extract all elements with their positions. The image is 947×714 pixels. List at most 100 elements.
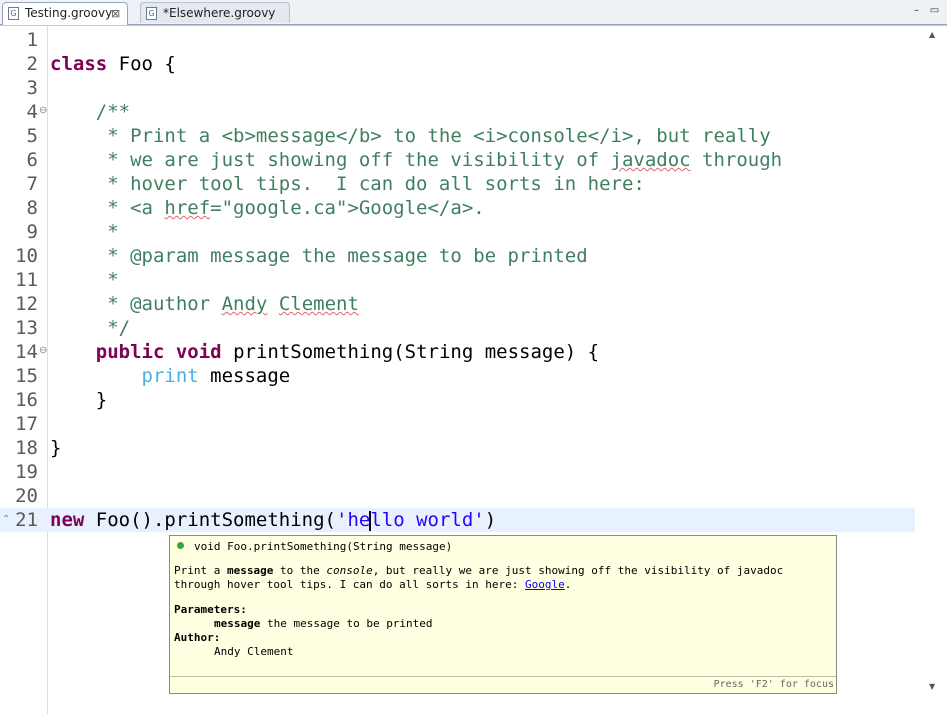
code-line: 11 * bbox=[0, 268, 915, 292]
code-line: 9 * bbox=[0, 220, 915, 244]
focus-hint: Press 'F2' for focus bbox=[713, 679, 834, 690]
line-number: 18 bbox=[15, 437, 38, 459]
line-number: 7 bbox=[26, 173, 38, 195]
code-line: 4 ⊖ /** bbox=[0, 100, 915, 124]
code-text: message bbox=[198, 365, 291, 387]
code-text: Foo(). bbox=[84, 509, 165, 531]
keyword: void bbox=[175, 341, 222, 363]
vertical-scrollbar[interactable]: ▲ ▼ bbox=[915, 26, 947, 714]
param-desc: the message to be printed bbox=[260, 617, 433, 630]
code-line: 14 ⊖ public void printSomething(String me… bbox=[0, 340, 915, 364]
line-number: 5 bbox=[26, 125, 38, 147]
comment-text: * bbox=[50, 221, 119, 243]
scroll-down-icon[interactable]: ▼ bbox=[929, 682, 935, 691]
line-number: 11 bbox=[15, 269, 38, 291]
parameters-label: Parameters: bbox=[174, 603, 247, 616]
hover-footer: Press 'F2' for focus bbox=[170, 676, 836, 693]
comment-text: * Print a <b>message</b> to the <i>conso… bbox=[50, 125, 771, 147]
spelling-error: href bbox=[164, 197, 211, 219]
string-literal: llo world' bbox=[370, 509, 485, 531]
public-method-icon bbox=[177, 542, 184, 549]
groovy-file-icon: G bbox=[8, 7, 19, 20]
code-line: 17 bbox=[0, 412, 915, 436]
code-line: 10 * @param message the message to be pr… bbox=[0, 244, 915, 268]
string-literal: 'he bbox=[336, 509, 371, 531]
javadoc-description: Print a message to the console, but real… bbox=[174, 564, 783, 592]
desc-text: through hover tool tips. I can do all so… bbox=[174, 578, 525, 591]
comment-text bbox=[267, 293, 278, 315]
code-line: 19 bbox=[0, 460, 915, 484]
code-text: } bbox=[50, 437, 62, 459]
line-number: 13 bbox=[15, 317, 38, 339]
line-number: 2 bbox=[26, 53, 38, 75]
desc-text: Print a bbox=[174, 564, 227, 577]
line-number: 20 bbox=[15, 485, 38, 507]
spelling-error: Andy bbox=[221, 293, 268, 315]
comment-text: * bbox=[50, 269, 119, 291]
code-line: 1 bbox=[0, 28, 915, 52]
comment-text: * we are just showing off the visibility… bbox=[50, 149, 611, 171]
desc-text: to the bbox=[273, 564, 327, 577]
spelling-error: Clement bbox=[278, 293, 359, 315]
javadoc-hover-popup[interactable]: void Foo.printSomething(String message) … bbox=[169, 535, 837, 694]
line-number: 15 bbox=[15, 365, 38, 387]
line-number: 1 bbox=[26, 29, 38, 51]
code-line: 16 } bbox=[0, 388, 915, 412]
code-line: 5 * Print a <b>message</b> to the <i>con… bbox=[0, 124, 915, 148]
code-text: printSomething(String message) { bbox=[221, 341, 600, 363]
minimize-icon[interactable]: – bbox=[910, 5, 923, 16]
spelling-error: javadoc bbox=[610, 149, 691, 171]
close-tab-icon[interactable]: ⊠ bbox=[111, 3, 120, 24]
code-line: 7 * hover tool tips. I can do all sorts … bbox=[0, 172, 915, 196]
tab-elsewhere-groovy[interactable]: G *Elsewhere.groovy bbox=[140, 2, 290, 23]
line-number: 17 bbox=[15, 413, 38, 435]
code-line: 18} bbox=[0, 436, 915, 460]
comment-text: * <a bbox=[50, 197, 165, 219]
comment-text: /** bbox=[50, 101, 131, 123]
line-number: 9 bbox=[26, 221, 38, 243]
comment-text: * @param message the message to be print… bbox=[50, 245, 588, 267]
line-number: 14 bbox=[15, 341, 38, 363]
comment-text: * hover tool tips. I can do all sorts in… bbox=[50, 173, 645, 195]
line-number: 3 bbox=[26, 77, 38, 99]
google-link[interactable]: Google bbox=[525, 578, 565, 591]
current-code-line[interactable]: 21 ⌃ new Foo().printSomething('hello world… bbox=[0, 508, 915, 532]
line-number: 19 bbox=[15, 461, 38, 483]
method-call: print bbox=[141, 365, 199, 387]
method-signature: void Foo.printSomething(String message) bbox=[194, 540, 453, 553]
code-line: 13 */ bbox=[0, 316, 915, 340]
code-text: } bbox=[50, 389, 108, 411]
author-name: Andy Clement bbox=[214, 645, 294, 658]
fold-collapse-icon[interactable]: ⊖ bbox=[39, 346, 47, 356]
line-number: 6 bbox=[26, 149, 38, 171]
code-line: 6 * we are just showing off the visibili… bbox=[0, 148, 915, 172]
code-line: 15 print message bbox=[0, 364, 915, 388]
keyword: new bbox=[50, 509, 85, 531]
code-line: 8 * <a href="google.ca">Google</a>. bbox=[0, 196, 915, 220]
desc-bold: message bbox=[226, 564, 274, 577]
line-number: 12 bbox=[15, 293, 38, 315]
keyword: class bbox=[50, 53, 108, 75]
desc-text: . bbox=[564, 578, 572, 591]
fold-marker-icon: ⌃ bbox=[2, 514, 11, 525]
maximize-icon[interactable]: ▭ bbox=[928, 5, 941, 16]
keyword: public bbox=[95, 341, 165, 363]
scroll-up-icon[interactable]: ▲ bbox=[929, 30, 935, 39]
code-line: 20 bbox=[0, 484, 915, 508]
fold-collapse-icon[interactable]: ⊖ bbox=[39, 106, 47, 116]
editor-tab-bar: G Testing.groovy ⊠ G *Elsewhere.groovy –… bbox=[0, 0, 947, 25]
parameter-entry: message the message to be printed bbox=[214, 617, 433, 631]
method-call: printSomething( bbox=[164, 509, 336, 531]
code-line: 12 * @author Andy Clement bbox=[0, 292, 915, 316]
line-number: 16 bbox=[15, 389, 38, 411]
tab-testing-groovy[interactable]: G Testing.groovy ⊠ bbox=[2, 2, 128, 25]
code-line: 3 bbox=[0, 76, 915, 100]
tab-label: Testing.groovy bbox=[25, 6, 113, 20]
param-name: message bbox=[214, 617, 261, 630]
line-number: 8 bbox=[26, 197, 38, 219]
code-text: Foo { bbox=[107, 53, 176, 75]
line-number: 10 bbox=[15, 245, 38, 267]
